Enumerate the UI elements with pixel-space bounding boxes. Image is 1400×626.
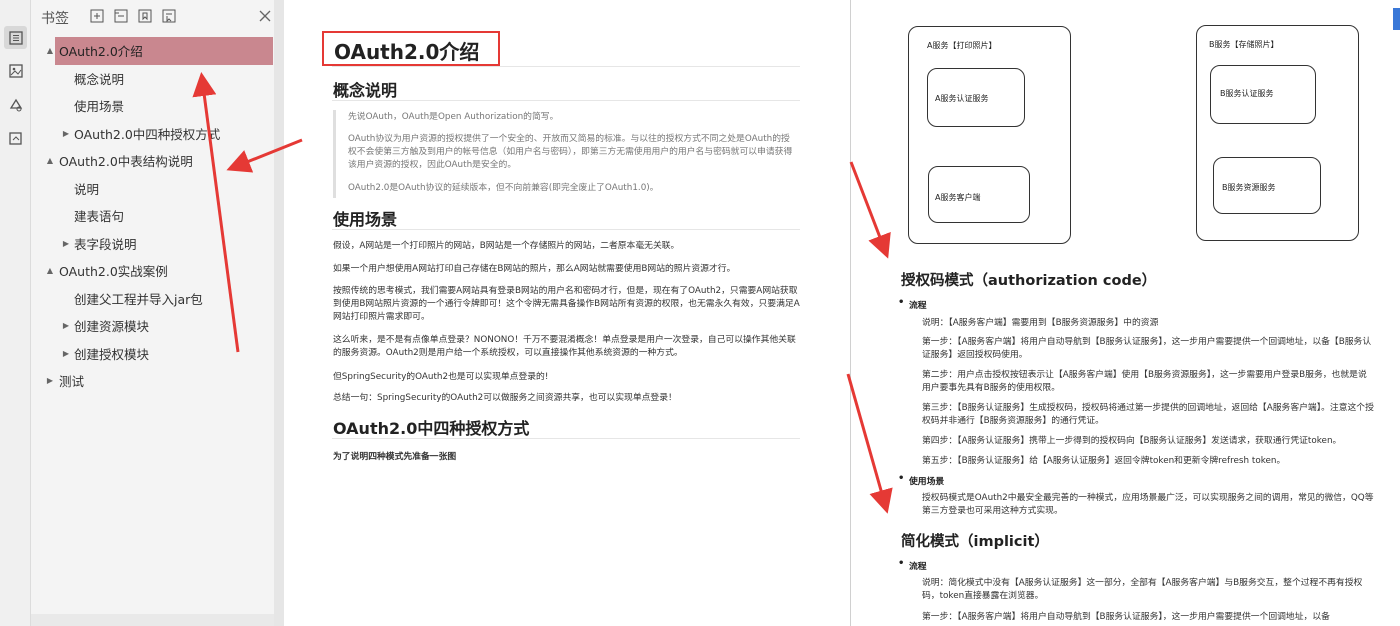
bookmark-item[interactable]: ▶ 创建资源模块 <box>31 312 284 340</box>
paragraph: 说明：简化模式中没有【A服务认证服务】这一部分，全部有【A服务客户端】与B服务交… <box>922 578 1363 601</box>
bookmark-label: 表字段说明 <box>74 236 137 252</box>
paragraph: 说明：【A服务客户端】需要用到【B服务资源服务】中的资源 <box>922 318 1159 328</box>
bookmark-label: 建表语句 <box>74 209 125 225</box>
paragraph: 授权码模式是OAuth2中最安全最完善的一种模式，应用场景最广泛，可以实现服务之… <box>922 493 1374 516</box>
paragraph: 如果一个用户想使用A网站打印自己存储在B网站的照片，那么A网站就需要使用B网站的… <box>333 264 736 274</box>
expand-arrow-icon[interactable]: ▶ <box>61 128 71 138</box>
divider <box>332 229 800 230</box>
paragraph: 第四步：【A服务认证服务】携带上一步得到的授权码向【B服务认证服务】发送请求，获… <box>922 436 1342 446</box>
expand-arrow-icon[interactable]: ▶ <box>61 348 71 358</box>
bookmark-tree: ▲ OAuth2.0介绍 概念说明 使用场景 ▶ OAuth2.0中四种授权方式 ▲ OAut… <box>31 37 284 395</box>
diagram-label: A服务客户端 <box>935 193 981 202</box>
title-highlight-box: OAuth2.0介绍 <box>322 31 500 66</box>
concept-blockquote: 先说OAuth，OAuth是Open Authorization的简写。 OAu… <box>333 110 801 198</box>
divider <box>332 438 800 439</box>
quote-paragraph: OAuth2.0是OAuth协议的延续版本，但不向前兼容(即完全废止了OAuth… <box>348 183 659 193</box>
paragraph: 但SpringSecurity的OAuth2也是可以实现单点登录的! <box>333 372 549 382</box>
collapse-all-icon[interactable] <box>113 8 129 24</box>
paragraph: 第三步：【B服务认证服务】生成授权码，授权码将通过第一步提供的回调地址，返回给【… <box>922 403 1374 426</box>
bookmark-item[interactable]: 概念说明 <box>31 65 284 93</box>
bookmark-item[interactable]: 使用场景 <box>31 92 284 120</box>
bookmark-item[interactable]: ▶ 创建授权模块 <box>31 340 284 368</box>
diagram-label: A服务认证服务 <box>935 94 989 103</box>
bullet-flow: 流程 <box>898 297 926 311</box>
bookmark-item[interactable]: ▶ OAuth2.0中四种授权方式 <box>31 120 284 148</box>
paragraph: 总结一句：SpringSecurity的OAuth2可以做服务之间资源共享，也可… <box>333 393 677 403</box>
close-icon[interactable] <box>257 8 273 24</box>
paragraph: 第二步：用户点击授权按钮表示让【A服务客户端】使用【B服务资源服务】，这一步需要… <box>922 370 1367 393</box>
expand-arrow-icon[interactable]: ▶ <box>61 238 71 248</box>
a-client-box: A服务客户端 <box>928 166 1030 223</box>
divider <box>332 66 800 67</box>
bookmark-panel-title: 书签 <box>41 11 69 27</box>
bookmark-label: OAuth2.0实战案例 <box>59 264 168 280</box>
bookmark-options-icon[interactable] <box>161 8 177 24</box>
tools-icon[interactable] <box>4 93 27 116</box>
bookmark-item[interactable]: ▶ 测试 <box>31 367 284 395</box>
heading-four-modes: OAuth2.0中四种授权方式 <box>333 419 530 438</box>
bookmark-item[interactable]: 创建父工程并导入jar包 <box>31 285 284 313</box>
heading-authorization-code: 授权码模式（authorization code） <box>901 273 1157 289</box>
bookmark-label: 说明 <box>74 181 100 197</box>
collapse-arrow-icon[interactable]: ▲ <box>45 156 55 166</box>
bookmark-label: 概念说明 <box>74 71 125 87</box>
diagram-label: A服务【打印照片】 <box>927 41 997 50</box>
expand-all-icon[interactable] <box>89 8 105 24</box>
paragraph: 第一步：【A服务客户端】将用户自动导航到【B服务认证服务】，这一步用户需要提供一… <box>922 337 1372 360</box>
bookmark-item[interactable]: 说明 <box>31 175 284 203</box>
a-auth-box: A服务认证服务 <box>927 68 1025 127</box>
paragraph: 按照传统的思考模式，我们需要A网站具有登录B网站的用户名和密码才行，但是，现在有… <box>333 286 800 322</box>
panel-scrollbar[interactable] <box>31 614 284 626</box>
paragraph: 假设，A网站是一个打印照片的网站，B网站是一个存储照片的网站，二者原本毫无关联。 <box>333 241 680 251</box>
bullet-flow: 流程 <box>898 558 926 572</box>
bookmark-item[interactable]: ▶ 表字段说明 <box>31 230 284 258</box>
paragraph: 第一步：【A服务客户端】将用户自动导航到【B服务认证服务】，这一步用户需要提供一… <box>922 612 1330 622</box>
bookmark-label: 创建授权模块 <box>74 346 150 362</box>
b-resource-box: B服务资源服务 <box>1213 157 1321 214</box>
image-export-icon[interactable] <box>4 126 27 149</box>
left-tool-rail <box>0 0 31 626</box>
bookmark-label: 测试 <box>59 374 85 390</box>
bookmark-label: 创建父工程并导入jar包 <box>74 291 203 307</box>
quote-paragraph: OAuth协议为用户资源的授权提供了一个安全的、开放而又简易的标准。与以往的授权… <box>348 134 793 170</box>
bookmark-item[interactable]: ▲ OAuth2.0实战案例 <box>31 257 284 285</box>
bookmark-label: 使用场景 <box>74 99 125 115</box>
document-page-1: OAuth2.0介绍 概念说明 先说OAuth，OAuth是Open Autho… <box>284 0 851 626</box>
divider <box>332 100 800 101</box>
document-page-2: A服务【打印照片】 A服务认证服务 A服务客户端 B服务【存储照片】 B服务认证… <box>851 0 1400 626</box>
diagram-label: B服务认证服务 <box>1220 89 1274 98</box>
bookmark-item[interactable]: ▲ OAuth2.0中表结构说明 <box>31 147 284 175</box>
paragraph: 这么听来，是不是有点像单点登录？NONONO！千万不要混淆概念！单点登录是用户一… <box>333 335 796 358</box>
diagram-label: B服务资源服务 <box>1222 183 1276 192</box>
add-bookmark-icon[interactable] <box>137 8 153 24</box>
bookmark-item[interactable]: ▲ OAuth2.0介绍 <box>47 37 273 65</box>
heading-scene: 使用场景 <box>333 210 398 229</box>
panel-divider[interactable] <box>274 0 284 626</box>
collapse-arrow-icon[interactable]: ▲ <box>45 46 55 56</box>
bookmark-label: 创建资源模块 <box>74 319 150 335</box>
thumbnail-icon[interactable] <box>4 59 27 82</box>
expand-arrow-icon[interactable]: ▶ <box>61 321 71 331</box>
expand-arrow-icon[interactable]: ▶ <box>45 376 55 386</box>
bookmark-panel-icon[interactable] <box>4 26 27 49</box>
heading-implicit: 简化模式（implicit） <box>901 534 1049 550</box>
b-auth-box: B服务认证服务 <box>1210 65 1316 124</box>
page-title: OAuth2.0介绍 <box>334 40 480 64</box>
paragraph: 第五步：【B服务认证服务】给【A服务认证服务】返回令牌token和更新令牌ref… <box>922 456 1286 466</box>
diagram-label: B服务【存储照片】 <box>1209 40 1279 49</box>
bookmark-item[interactable]: 建表语句 <box>31 202 284 230</box>
bookmark-label: OAuth2.0介绍 <box>59 44 143 60</box>
heading-concept: 概念说明 <box>333 81 398 100</box>
bookmark-label: OAuth2.0中表结构说明 <box>59 154 193 170</box>
quote-paragraph: 先说OAuth，OAuth是Open Authorization的简写。 <box>348 112 559 122</box>
bookmark-panel: 书签 ▲ OAuth2.0介绍 概念说明 使用场景 ▶ OAuth2.0中四种授权方式 ▲ O… <box>31 0 284 626</box>
paragraph: 为了说明四种模式先准备一张图 <box>333 452 457 462</box>
bookmark-label: OAuth2.0中四种授权方式 <box>74 126 221 142</box>
collapse-arrow-icon[interactable]: ▲ <box>45 266 55 276</box>
bullet-scene: 使用场景 <box>898 473 944 487</box>
bookmark-panel-header: 书签 <box>31 0 284 34</box>
scrollbar-thumb[interactable] <box>1393 8 1400 30</box>
